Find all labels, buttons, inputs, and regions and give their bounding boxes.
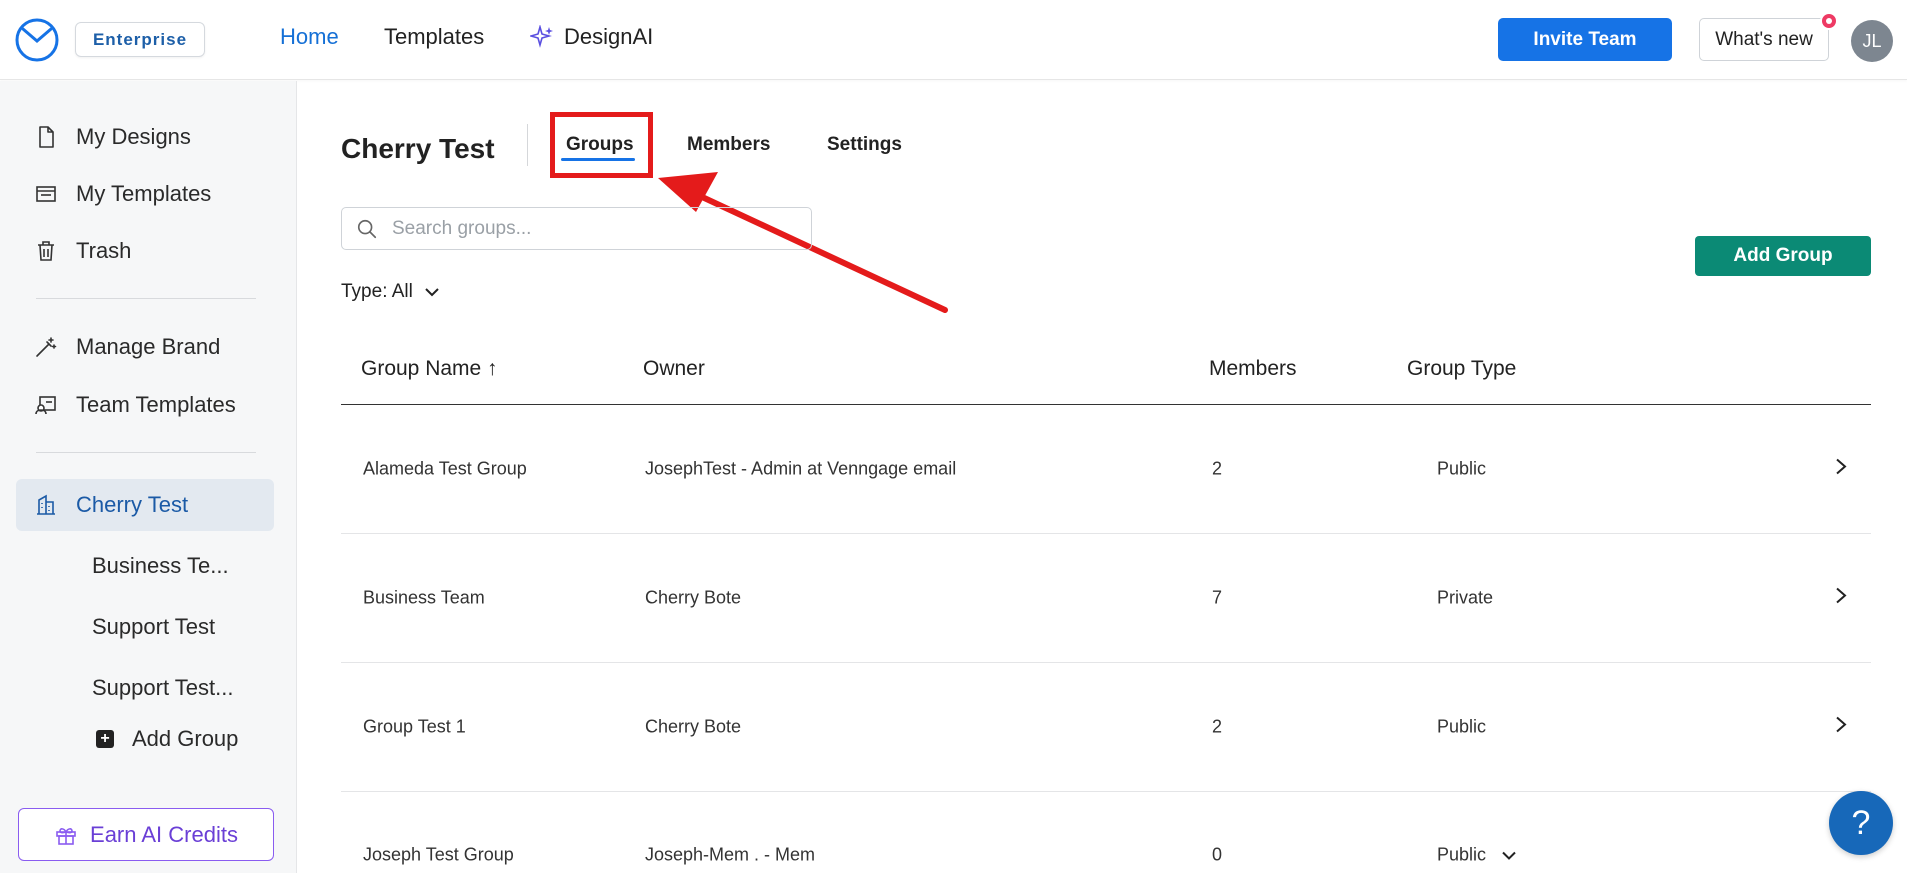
add-group-button[interactable]: Add Group <box>1695 236 1871 276</box>
magic-wand-icon <box>36 337 57 357</box>
earn-ai-credits-label: Earn AI Credits <box>90 821 238 847</box>
column-header-members: Members <box>1209 357 1297 380</box>
sidebar-divider <box>36 298 256 299</box>
table-row[interactable]: Joseph Test Group Joseph-Mem . - Mem 0 P… <box>341 792 1871 873</box>
nav-designai-label: DesignAI <box>564 24 654 49</box>
cell-group-type-label: Public <box>1437 458 1487 479</box>
cell-group-name: Group Test 1 <box>363 716 466 737</box>
column-header-group-type: Group Type <box>1407 357 1517 380</box>
cell-owner: Cherry Bote <box>645 716 742 737</box>
sidebar-subitem-business[interactable]: Business Te... <box>16 540 274 592</box>
gift-icon <box>56 827 76 845</box>
sparkle-icon <box>530 25 553 48</box>
sidebar-item-label: Cherry Test <box>76 492 189 517</box>
chevron-down-icon <box>1502 851 1516 860</box>
sidebar-item-label: My Templates <box>76 181 212 206</box>
cell-group-name: Business Team <box>363 587 485 608</box>
table-row[interactable]: Alameda Test Group JosephTest - Admin at… <box>341 405 1871 534</box>
venngage-logo-icon[interactable] <box>14 17 60 63</box>
sidebar-item-team-templates[interactable]: Team Templates <box>16 379 274 431</box>
sidebar-subitem-support-test[interactable]: Support Test <box>16 601 274 653</box>
cell-members: 7 <box>1212 587 1223 608</box>
cell-owner: JosephTest - Admin at Venngage email <box>645 458 957 479</box>
cell-group-type-label: Public <box>1437 716 1487 737</box>
nav-templates[interactable]: Templates <box>384 24 484 50</box>
sidebar-item-my-templates[interactable]: My Templates <box>16 168 274 220</box>
column-header-group-name[interactable]: Group Name ↑ <box>361 357 498 381</box>
sidebar-item-label: Team Templates <box>76 392 236 417</box>
nav-designai[interactable]: DesignAI <box>530 24 653 50</box>
nav-home[interactable]: Home <box>280 24 339 50</box>
sidebar-item-manage-brand[interactable]: Manage Brand <box>16 321 274 373</box>
chevron-right-icon[interactable] <box>1834 457 1848 482</box>
notification-dot-icon <box>1820 12 1838 30</box>
type-filter-label: Type: All <box>341 281 413 302</box>
sidebar-subitem-label: Business Te... <box>92 553 229 578</box>
cell-group-name: Joseph Test Group <box>363 844 514 865</box>
top-bar: Enterprise Home Templates DesignAI Invit… <box>0 0 1907 80</box>
cell-group-type-label: Public <box>1437 844 1487 865</box>
sidebar-subitem-label: Support Test <box>92 614 216 639</box>
title-divider <box>527 124 528 166</box>
cell-members: 2 <box>1212 458 1223 479</box>
plan-badge: Enterprise <box>75 22 205 57</box>
cell-group-type[interactable]: Public <box>1437 845 1518 866</box>
chevron-right-icon[interactable] <box>1834 586 1848 611</box>
column-header-owner: Owner <box>643 357 705 380</box>
cell-owner: Joseph-Mem . - Mem <box>645 844 816 865</box>
search-groups[interactable] <box>341 207 812 250</box>
sidebar: My Designs My Templates Trash Manage Bra… <box>0 81 297 873</box>
chevron-down-icon <box>425 288 439 297</box>
sidebar-item-label: Trash <box>76 238 132 263</box>
sidebar-divider <box>36 452 256 453</box>
file-icon <box>39 126 54 148</box>
sidebar-subitem-label: Support Test... <box>92 675 234 700</box>
plus-icon: + <box>96 730 114 748</box>
cell-group-type: Public <box>1437 459 1486 480</box>
invite-team-button[interactable]: Invite Team <box>1498 18 1672 61</box>
sidebar-item-label: Manage Brand <box>76 334 221 359</box>
page-title: Cherry Test <box>341 133 495 164</box>
cell-members: 2 <box>1212 716 1223 737</box>
table-row[interactable]: Group Test 1 Cherry Bote 2 Public <box>341 663 1871 792</box>
cell-group-name: Alameda Test Group <box>363 458 527 479</box>
cell-group-type-label: Private <box>1437 587 1494 608</box>
table-row[interactable]: Business Team Cherry Bote 7 Private <box>341 534 1871 663</box>
sidebar-add-group[interactable]: + Add Group <box>96 726 238 752</box>
tab-settings[interactable]: Settings <box>827 134 902 156</box>
templates-icon <box>36 186 56 202</box>
avatar[interactable]: JL <box>1851 20 1893 62</box>
cell-members: 0 <box>1212 844 1223 865</box>
earn-ai-credits-button[interactable]: Earn AI Credits <box>18 808 274 861</box>
search-input[interactable] <box>392 217 792 240</box>
sidebar-add-group-label: Add Group <box>132 726 239 751</box>
type-filter-dropdown[interactable]: Type: All <box>341 281 441 303</box>
sidebar-item-trash[interactable]: Trash <box>16 225 274 277</box>
sidebar-item-my-designs[interactable]: My Designs <box>16 111 274 163</box>
whats-new-button[interactable]: What's new <box>1699 18 1829 61</box>
chevron-right-icon[interactable] <box>1834 715 1848 740</box>
team-templates-icon <box>35 396 56 415</box>
cell-group-type: Private <box>1437 588 1493 609</box>
trash-icon <box>38 241 54 261</box>
tab-members[interactable]: Members <box>687 134 770 156</box>
sidebar-item-label: My Designs <box>76 124 191 149</box>
annotation-highlight-box <box>550 112 653 178</box>
cell-owner: Cherry Bote <box>645 587 742 608</box>
building-icon <box>37 494 55 515</box>
sidebar-subitem-support-test-2[interactable]: Support Test... <box>16 662 274 714</box>
help-button[interactable]: ? <box>1829 791 1893 855</box>
cell-group-type: Public <box>1437 717 1486 738</box>
search-icon <box>357 219 377 238</box>
sidebar-item-cherry-test[interactable]: Cherry Test <box>16 479 274 531</box>
